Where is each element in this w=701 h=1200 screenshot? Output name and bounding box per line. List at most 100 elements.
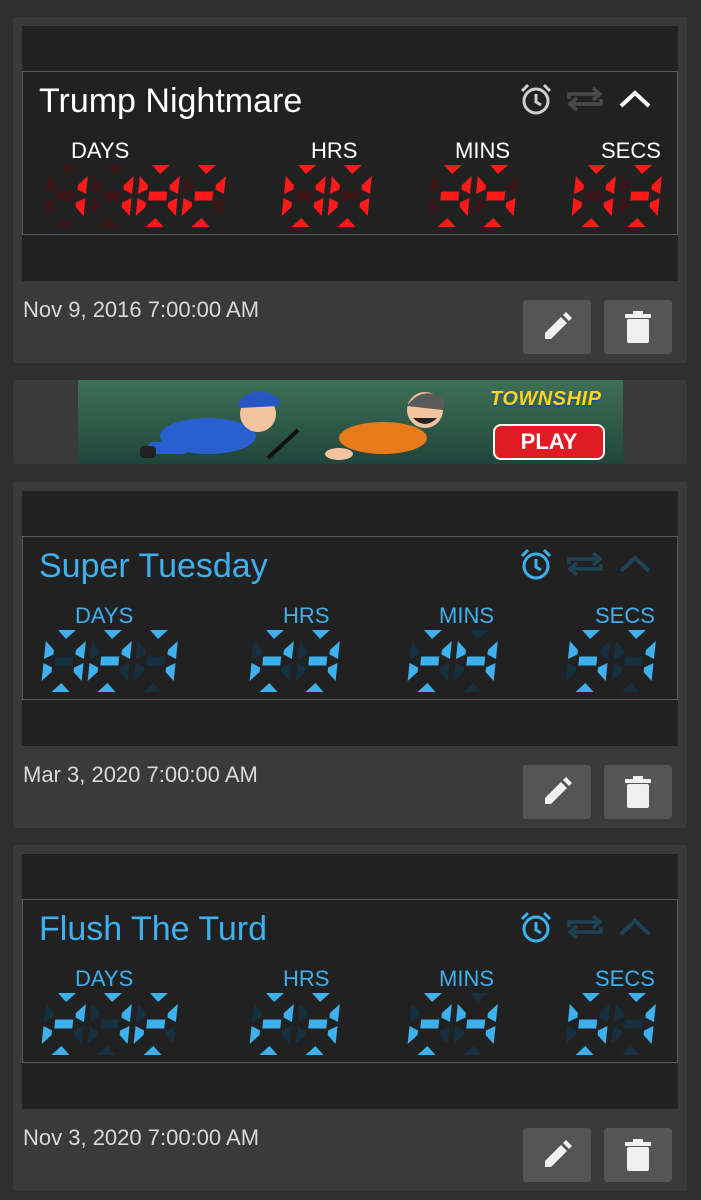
digit-segment [54, 1019, 74, 1029]
edit-button[interactable] [523, 1128, 591, 1182]
chevron-up-icon[interactable] [615, 908, 655, 946]
digit-segment [643, 1026, 654, 1044]
digit-segment [407, 1026, 419, 1044]
digit-segment [294, 191, 314, 201]
digit-segment [295, 663, 307, 681]
digit-segment [56, 191, 76, 201]
seven-segment-display [41, 993, 178, 1055]
digit-segment [582, 630, 600, 639]
alarm-clock-icon[interactable] [517, 908, 555, 946]
digit-segment [249, 1026, 261, 1044]
digit-segment [104, 993, 122, 1002]
digit-segment [73, 663, 84, 681]
digit [473, 165, 518, 227]
digit-segment [262, 1019, 282, 1029]
digit-segment [305, 683, 324, 692]
digit [565, 993, 610, 1055]
digit-segment [262, 656, 282, 666]
minutes-label: MINS [439, 603, 494, 628]
digit-segment [628, 993, 646, 1002]
digit-segment [297, 641, 308, 659]
digit-segment [444, 165, 462, 174]
seconds-label: SECS [595, 966, 655, 991]
digit-segment [194, 191, 214, 201]
digit-segment [329, 176, 340, 194]
digit-segment [251, 641, 262, 659]
digit-segment [599, 1004, 610, 1022]
digit-segment [597, 1026, 608, 1044]
digit-segment [75, 198, 86, 216]
days-value [41, 629, 179, 699]
digit-segment [43, 198, 55, 216]
digit-segment [51, 683, 70, 692]
seven-segment-display [249, 630, 340, 692]
digit-segment [628, 630, 646, 639]
digit-segment [133, 663, 145, 681]
digit-segment [571, 198, 583, 216]
digit-segment [73, 1026, 84, 1044]
hours-label: HRS [311, 138, 358, 163]
digit-segment [146, 656, 166, 666]
digit-segment [487, 641, 498, 659]
digit [87, 630, 132, 692]
digit-segment [143, 683, 162, 692]
repeat-icon[interactable] [563, 908, 607, 946]
digit-segment [453, 663, 465, 681]
ad-play-button[interactable]: PLAY [493, 424, 605, 460]
digit-segment [281, 663, 292, 681]
digit-segment [100, 1019, 120, 1029]
digit-segment [439, 663, 450, 681]
digit-segment [137, 176, 148, 194]
delete-button[interactable] [604, 300, 672, 354]
digit-segment [645, 641, 656, 659]
digit-segment [119, 663, 130, 681]
digit-segment [605, 176, 616, 194]
digit-segment [54, 656, 74, 666]
digit-segment [645, 1004, 656, 1022]
digit-segment [75, 641, 86, 659]
digit-segment [41, 663, 53, 681]
digit-segment [337, 218, 356, 227]
digit [89, 165, 134, 227]
digit-segment [340, 191, 360, 201]
digit-segment [588, 165, 606, 174]
digit-segment [249, 663, 261, 681]
digit-segment [344, 165, 362, 174]
digit-segment [259, 683, 278, 692]
digit-segment [634, 165, 652, 174]
alarm-clock-icon[interactable] [517, 545, 555, 583]
digit-segment [455, 641, 466, 659]
digit-segment [104, 630, 122, 639]
minutes-value [407, 629, 499, 699]
digit [611, 630, 656, 692]
target-date: Mar 3, 2020 7:00:00 AM [23, 762, 258, 787]
timer-title: Trump Nightmare [39, 82, 303, 120]
digit [327, 165, 372, 227]
digit-segment [420, 656, 440, 666]
delete-button[interactable] [604, 1128, 672, 1182]
seconds-label: SECS [595, 603, 655, 628]
chevron-up-icon[interactable] [615, 545, 655, 583]
cartoon-police-officer-illustration [140, 391, 300, 460]
edit-button[interactable] [523, 765, 591, 819]
digit-segment [567, 1004, 578, 1022]
digit-segment [643, 663, 654, 681]
digit [41, 630, 86, 692]
delete-button[interactable] [604, 765, 672, 819]
digit-segment [58, 630, 76, 639]
digit-segment [305, 1046, 324, 1055]
digit-segment [121, 198, 132, 216]
digit-segment [198, 165, 216, 174]
days-label: DAYS [71, 138, 130, 163]
chevron-up-icon[interactable] [615, 80, 655, 118]
digit [133, 993, 178, 1055]
repeat-icon[interactable] [563, 545, 607, 583]
digit-segment [295, 1026, 307, 1044]
alarm-clock-icon[interactable] [517, 80, 555, 118]
digit-segment [181, 198, 193, 216]
digit-segment [45, 176, 56, 194]
ad-banner[interactable]: TOWNSHIP PLAY [78, 380, 623, 464]
edit-button[interactable] [523, 300, 591, 354]
seconds-label: SECS [601, 138, 661, 163]
repeat-icon[interactable] [563, 80, 607, 118]
